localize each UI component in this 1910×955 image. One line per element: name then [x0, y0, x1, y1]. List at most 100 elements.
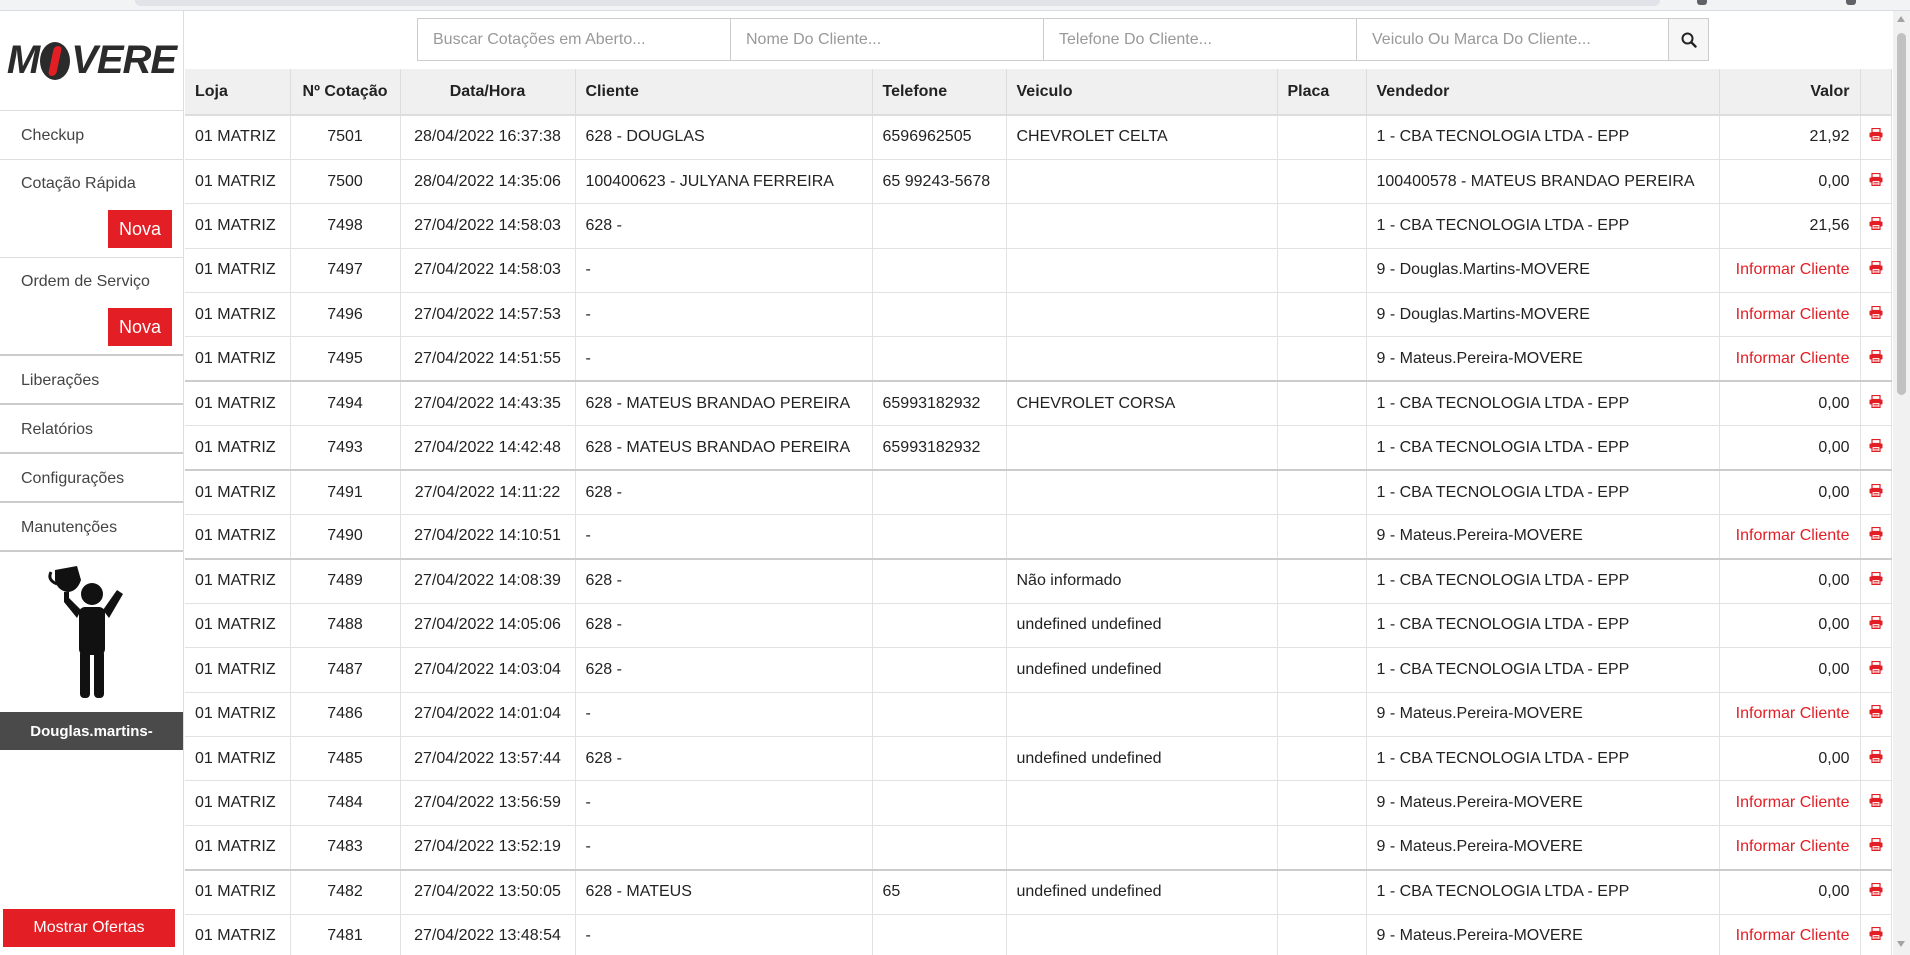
- print-button[interactable]: [1860, 469, 1892, 516]
- menu-ordem-servico[interactable]: Ordem de Serviço Nova: [0, 258, 183, 356]
- print-icon: [1869, 527, 1882, 541]
- table-row[interactable]: 01 MATRIZ 7487 27/04/2022 14:03:04 628 - und…: [185, 647, 1892, 693]
- mostrar-ofertas-button[interactable]: Mostrar Ofertas: [3, 909, 175, 947]
- cell-cotacao: 7486: [290, 692, 401, 737]
- search-vehicle-input[interactable]: [1356, 18, 1668, 61]
- cell-loja: 01 MATRIZ: [185, 248, 291, 294]
- table-row[interactable]: 01 MATRIZ 7483 27/04/2022 13:52:19- 9 - Mat…: [185, 825, 1892, 871]
- header-vendedor[interactable]: Vendedor: [1366, 69, 1720, 116]
- print-button[interactable]: [1860, 914, 1892, 955]
- print-button[interactable]: [1860, 557, 1892, 604]
- cell-datahora: 27/04/2022 13:50:05: [400, 868, 576, 915]
- print-button[interactable]: [1860, 159, 1892, 205]
- table-row[interactable]: 01 MATRIZ 7491 27/04/2022 14:11:22 628 - 1 -…: [185, 469, 1892, 516]
- cell-valor[interactable]: Informar Cliente: [1719, 292, 1861, 338]
- print-button[interactable]: [1860, 203, 1892, 249]
- header-cliente[interactable]: Cliente: [575, 69, 873, 116]
- cell-placa: [1277, 780, 1367, 826]
- print-button[interactable]: [1860, 868, 1892, 915]
- print-button[interactable]: [1860, 603, 1892, 649]
- print-button[interactable]: [1860, 380, 1892, 427]
- print-button[interactable]: [1860, 647, 1892, 693]
- menu-liberacoes[interactable]: Liberações: [0, 356, 183, 405]
- menu-cotacao-rapida[interactable]: Cotação Rápida Nova: [0, 160, 183, 258]
- table-row[interactable]: 01 MATRIZ 7481 27/04/2022 13:48:54- 9 - Mat…: [185, 914, 1892, 955]
- table-row[interactable]: 01 MATRIZ 7494 27/04/2022 14:43:35 628 - MA…: [185, 380, 1892, 427]
- table-row[interactable]: 01 MATRIZ 7482 27/04/2022 13:50:05 628 - MA…: [185, 868, 1892, 915]
- cell-valor[interactable]: Informar Cliente: [1719, 825, 1861, 871]
- scroll-up-icon[interactable]: [1897, 16, 1905, 22]
- print-button[interactable]: [1860, 248, 1892, 294]
- print-icon: [1869, 394, 1882, 408]
- cell-valor[interactable]: Informar Cliente: [1719, 692, 1861, 737]
- search-button[interactable]: [1668, 18, 1709, 61]
- cell-veiculo: [1006, 514, 1278, 560]
- print-button[interactable]: [1860, 780, 1892, 826]
- header-cotacao[interactable]: Nº Cotação: [290, 69, 401, 116]
- menu-relatorios[interactable]: Relatórios: [0, 405, 183, 454]
- search-client-name-input[interactable]: [730, 18, 1043, 61]
- print-button[interactable]: [1860, 115, 1892, 160]
- table-row[interactable]: 01 MATRIZ 7496 27/04/2022 14:57:53- 9 - Dou…: [185, 292, 1892, 338]
- print-button[interactable]: [1860, 425, 1892, 471]
- cell-valor[interactable]: Informar Cliente: [1719, 248, 1861, 294]
- table-row[interactable]: 01 MATRIZ 7495 27/04/2022 14:51:55- 9 - Mat…: [185, 336, 1892, 382]
- table-row[interactable]: 01 MATRIZ 7484 27/04/2022 13:56:59- 9 - Mat…: [185, 780, 1892, 826]
- search-client-phone-input[interactable]: [1043, 18, 1356, 61]
- cell-valor[interactable]: Informar Cliente: [1719, 914, 1861, 955]
- table-row[interactable]: 01 MATRIZ 7501 28/04/2022 16:37:38 628 - DO…: [185, 115, 1892, 160]
- header-veiculo[interactable]: Veiculo: [1006, 69, 1278, 116]
- menu-configuracoes[interactable]: Configurações: [0, 454, 183, 503]
- extension-icon[interactable]: [1697, 0, 1707, 5]
- nova-ordem-servico-button[interactable]: Nova: [108, 308, 172, 346]
- header-loja[interactable]: Loja: [185, 69, 291, 116]
- cell-valor: 21,92: [1719, 115, 1861, 160]
- cell-valor[interactable]: Informar Cliente: [1719, 336, 1861, 382]
- table-row[interactable]: 01 MATRIZ 7485 27/04/2022 13:57:44 628 - und…: [185, 736, 1892, 782]
- menu-ordem-servico-label[interactable]: Ordem de Serviço: [21, 273, 162, 291]
- table-row[interactable]: 01 MATRIZ 7497 27/04/2022 14:58:03- 9 - Dou…: [185, 248, 1892, 294]
- header-datahora[interactable]: Data/Hora: [400, 69, 576, 116]
- page-scrollbar[interactable]: [1893, 11, 1910, 955]
- cell-telefone: 65: [872, 868, 1007, 915]
- cell-datahora: 27/04/2022 14:58:03: [400, 248, 576, 294]
- table-row[interactable]: 01 MATRIZ 7493 27/04/2022 14:42:48 628 - MA…: [185, 425, 1892, 471]
- print-button[interactable]: [1860, 825, 1892, 871]
- cell-loja: 01 MATRIZ: [185, 203, 291, 249]
- cell-valor[interactable]: Informar Cliente: [1719, 514, 1861, 560]
- table-row[interactable]: 01 MATRIZ 7486 27/04/2022 14:01:04- 9 - Mat…: [185, 692, 1892, 737]
- print-button[interactable]: [1860, 514, 1892, 560]
- menu-checkup[interactable]: Checkup: [0, 111, 183, 160]
- header-placa[interactable]: Placa: [1277, 69, 1367, 116]
- cell-vendedor: 1 - CBA TECNOLOGIA LTDA - EPP: [1366, 647, 1720, 693]
- print-button[interactable]: [1860, 336, 1892, 382]
- cell-cliente: 628 - MATEUS BRANDAO PEREIRA: [575, 425, 873, 471]
- menu-cotacao-rapida-label[interactable]: Cotação Rápida: [21, 175, 162, 193]
- table-row[interactable]: 01 MATRIZ 7489 27/04/2022 14:08:39 628 - Não…: [185, 557, 1892, 604]
- user-name[interactable]: Douglas.martins-: [0, 712, 183, 750]
- table-row[interactable]: 01 MATRIZ 7488 27/04/2022 14:05:06 628 - und…: [185, 603, 1892, 649]
- print-button[interactable]: [1860, 692, 1892, 737]
- cell-telefone: 65993182932: [872, 425, 1007, 471]
- table-row[interactable]: 01 MATRIZ 7498 27/04/2022 14:58:03 628 - 1 -…: [185, 203, 1892, 249]
- search-open-quotes-input[interactable]: [417, 18, 730, 61]
- logo[interactable]: M VERE: [0, 11, 183, 111]
- print-button[interactable]: [1860, 736, 1892, 782]
- user-avatar[interactable]: [0, 552, 183, 712]
- cell-valor[interactable]: Informar Cliente: [1719, 780, 1861, 826]
- header-valor[interactable]: Valor: [1719, 69, 1861, 116]
- table-row[interactable]: 01 MATRIZ 7490 27/04/2022 14:10:51- 9 - Mat…: [185, 514, 1892, 560]
- menu-manutencoes[interactable]: Manutenções: [0, 503, 183, 552]
- address-bar[interactable]: [135, 0, 1660, 6]
- profile-icon[interactable]: [1846, 0, 1856, 5]
- cell-cotacao: 7498: [290, 203, 401, 249]
- print-button[interactable]: [1860, 292, 1892, 338]
- cell-cliente: 628 - MATEUS: [575, 868, 873, 915]
- cell-vendedor: 1 - CBA TECNOLOGIA LTDA - EPP: [1366, 736, 1720, 782]
- scroll-down-icon[interactable]: [1897, 941, 1905, 947]
- cell-cliente: 628 -: [575, 203, 873, 249]
- table-row[interactable]: 01 MATRIZ 7500 28/04/2022 14:35:06 10040062…: [185, 159, 1892, 205]
- nova-cotacao-button[interactable]: Nova: [108, 210, 172, 248]
- header-telefone[interactable]: Telefone: [872, 69, 1007, 116]
- scrollbar-thumb[interactable]: [1897, 33, 1906, 395]
